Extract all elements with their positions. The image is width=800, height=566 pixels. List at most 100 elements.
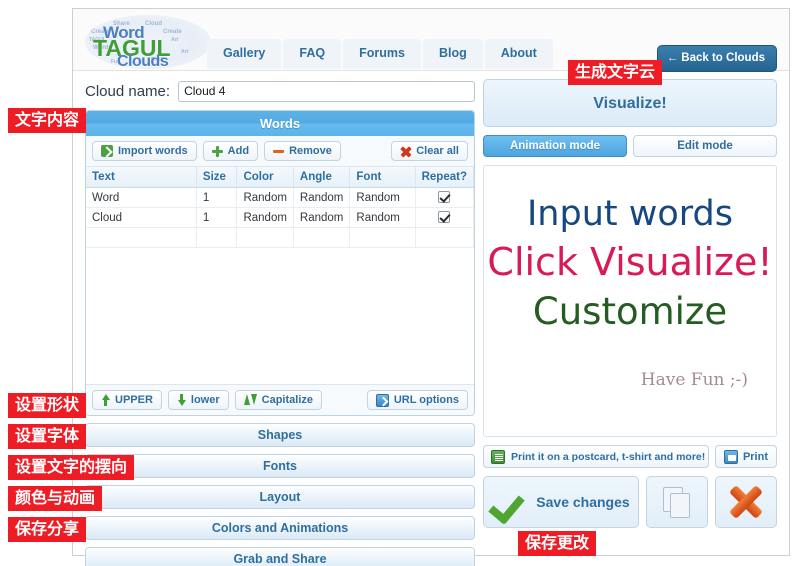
nav-item-about[interactable]: About [484,39,553,69]
cloud-name-input[interactable] [178,80,475,102]
cell-font[interactable]: Random [349,187,416,208]
cell-size-empty[interactable] [196,227,238,248]
cell-font[interactable]: Random [349,207,416,228]
section-fonts[interactable]: Fonts [85,454,475,478]
cell-angle[interactable]: Random [293,207,351,228]
clear-x-icon [400,146,411,157]
cell-size[interactable]: 1 [196,207,238,228]
uppercase-button[interactable]: UPPER [92,390,162,410]
nav-item-forums[interactable]: Forums [343,39,421,69]
remove-word-label: Remove [289,145,332,157]
cell-text[interactable]: Cloud [86,207,197,228]
tab-edit-mode[interactable]: Edit mode [633,135,777,157]
settings-accordion: Shapes Fonts Layout Colors and Animation… [85,423,475,566]
cloud-name-row: Cloud name: [85,79,475,103]
action-row: Save changes [483,476,777,528]
import-words-label: Import words [118,145,188,157]
url-options-button[interactable]: URL options [366,390,468,410]
clear-all-label: Clear all [416,145,459,157]
remove-word-button[interactable]: Remove [264,141,341,161]
cell-color[interactable]: Random [236,207,294,228]
clear-all-button[interactable]: Clear all [391,141,468,161]
preview-line-click-visualize: Click Visualize! [487,240,773,284]
duplicate-cloud-button[interactable] [646,476,708,528]
plus-icon [211,145,223,157]
column-header-color[interactable]: Color [236,167,294,188]
cell-text-empty[interactable] [86,227,197,248]
add-word-button[interactable]: Add [202,141,259,161]
delete-x-icon [729,485,763,519]
column-header-font[interactable]: Font [349,167,416,188]
print-postcard-button[interactable]: Print it on a postcard, t-shirt and more… [483,445,709,468]
site-header: Create TAGUL Words Cloud Create Art Shar… [73,9,789,72]
column-header-size[interactable]: Size [196,167,238,188]
annotation-set-text-direction: 设置文字的摆向 [8,455,135,480]
cell-color[interactable]: Random [236,187,294,208]
nav-item-blog[interactable]: Blog [422,39,483,69]
print-postcard-label: Print it on a postcard, t-shirt and more… [511,450,706,463]
arrow-up-icon [101,394,110,406]
main-nav: Gallery FAQ Forums Blog About [207,39,553,69]
nav-item-faq[interactable]: FAQ [283,39,342,69]
table-row[interactable]: Word 1 Random Random Random [86,187,474,208]
cell-repeat[interactable] [415,207,474,228]
cell-color-empty[interactable] [236,227,294,248]
preview-line-customize: Customize [532,290,728,333]
import-words-button[interactable]: Import words [92,141,197,161]
section-grab-and-share[interactable]: Grab and Share [85,547,475,566]
lowercase-label: lower [190,394,220,406]
words-table-filler[interactable] [86,248,474,384]
words-section-header[interactable]: Words [86,111,474,136]
words-table: Text Size Color Angle Font Repeat? Word [86,167,474,248]
tab-animation-mode[interactable]: Animation mode [483,135,627,157]
url-options-icon [375,393,389,407]
capitalize-button[interactable]: Capitalize [234,390,322,410]
checkmark-icon [492,488,526,516]
save-changes-label: Save changes [536,494,630,510]
cloud-preview-canvas[interactable]: Input words Click Visualize! Customize H… [483,165,777,437]
repeat-checkbox[interactable] [438,191,451,204]
site-logo[interactable]: Create TAGUL Words Cloud Create Art Shar… [85,13,211,71]
mode-tabs: Animation mode Edit mode [483,135,777,157]
uppercase-label: UPPER [115,394,153,406]
lowercase-button[interactable]: lower [167,390,229,410]
cell-angle-empty[interactable] [293,227,351,248]
table-row-empty[interactable] [86,227,474,248]
annotation-set-shape: 设置形状 [8,393,87,418]
cell-repeat-empty[interactable] [415,227,474,248]
import-icon [101,145,113,157]
cell-size[interactable]: 1 [196,187,238,208]
logo-text-clouds: Clouds [117,53,169,69]
section-layout[interactable]: Layout [85,485,475,509]
save-changes-button[interactable]: Save changes [483,476,639,528]
print-label: Print [742,450,768,463]
column-header-angle[interactable]: Angle [293,167,351,188]
cloud-name-label: Cloud name: [85,82,171,100]
section-shapes[interactable]: Shapes [85,423,475,447]
delete-cloud-button[interactable] [715,476,777,528]
url-options-label: URL options [393,394,459,406]
preview-line-input-words: Input words [526,194,734,234]
print-button[interactable]: Print [714,445,777,468]
cell-text[interactable]: Word [86,187,197,208]
words-toolbar: Import words Add Remove Clear all [86,136,474,167]
add-word-label: Add [227,145,250,157]
tshirt-icon [491,449,505,464]
column-header-text[interactable]: Text [86,167,197,188]
body-area: Cloud name: Words Import words Add [73,71,789,566]
visualize-button[interactable]: Visualize! [483,79,777,127]
back-to-clouds-button[interactable]: ← Back to Clouds [656,45,777,72]
repeat-checkbox[interactable] [438,211,451,224]
cell-repeat[interactable] [415,187,474,208]
column-header-repeat[interactable]: Repeat? [415,167,474,188]
preview-line-have-fun: Have Fun ;-) [640,370,748,390]
table-row[interactable]: Cloud 1 Random Random Random [86,207,474,228]
cell-angle[interactable]: Random [293,187,351,208]
annotation-set-font: 设置字体 [8,424,87,449]
nav-item-gallery[interactable]: Gallery [207,39,282,69]
annotation-save-changes: 保存更改 [518,531,597,556]
section-colors-and-animations[interactable]: Colors and Animations [85,516,475,540]
minus-icon [273,146,285,157]
cell-font-empty[interactable] [349,227,416,248]
case-toolbar: UPPER lower Capitalize URL options [86,384,474,415]
